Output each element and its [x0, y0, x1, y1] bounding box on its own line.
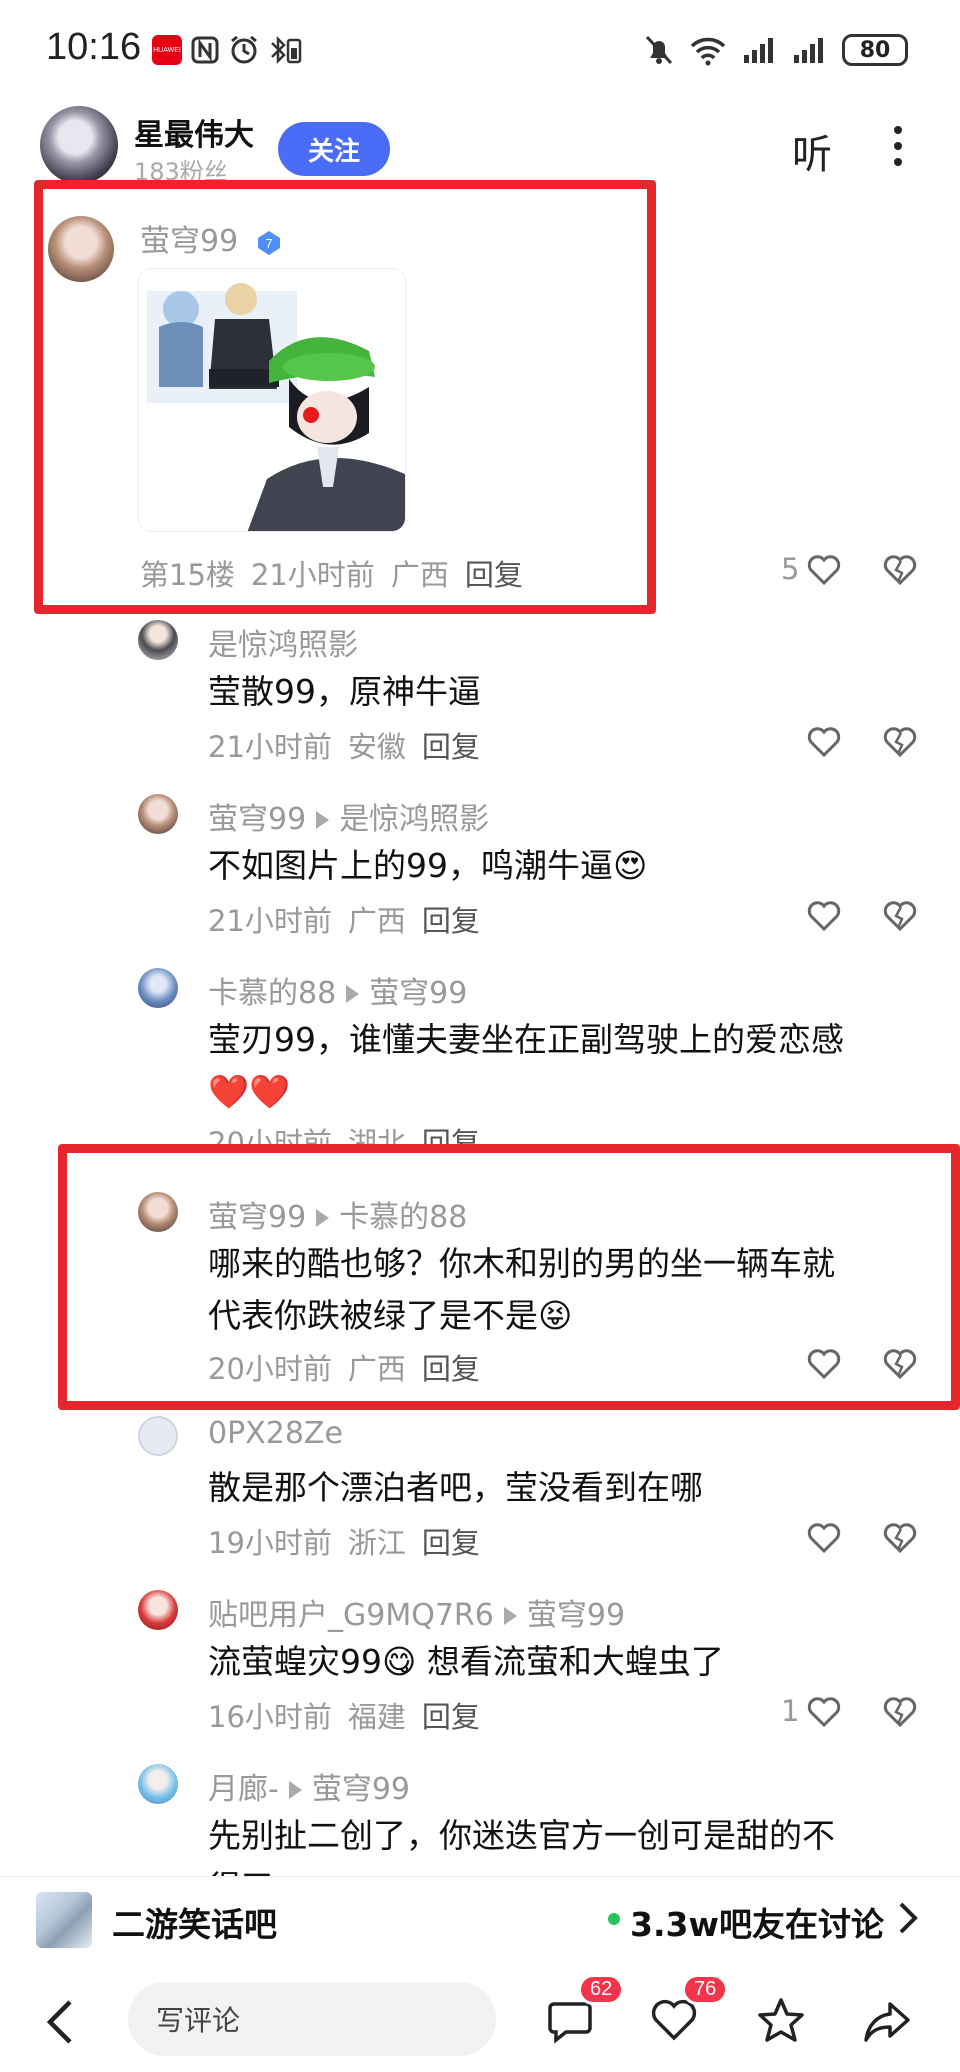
reply-text-hearts: ❤️❤️ — [208, 1072, 291, 1111]
status-icons-left: HUAWEI — [152, 34, 304, 66]
like-heart-icon[interactable] — [806, 1348, 842, 1380]
reply-avatar[interactable] — [138, 794, 178, 834]
dislike-heart-icon[interactable] — [882, 1348, 918, 1380]
reply-meta: 20小时前 广西 回复 — [208, 1352, 480, 1386]
svg-text:7: 7 — [265, 236, 272, 251]
main-like-count: 5 — [781, 552, 800, 586]
forum-discussion-count[interactable]: 3.3w吧友在讨论 — [630, 1898, 884, 1946]
reply-button[interactable]: 回复 — [422, 904, 480, 938]
dislike-heart-icon[interactable] — [882, 1522, 918, 1554]
main-comment-username[interactable]: 萤穹99 7 — [140, 216, 282, 260]
dislike-heart-icon[interactable] — [882, 726, 918, 758]
signal-icon-2 — [794, 38, 823, 63]
reply-meta: 19小时前 浙江 回复 — [208, 1526, 480, 1560]
huawei-app-icon: HUAWEI — [152, 35, 182, 65]
more-options-icon[interactable] — [890, 122, 906, 176]
reply-avatar[interactable] — [138, 1764, 178, 1804]
reply-text-line2: 代表你跌被绿了是不是😝 — [208, 1296, 573, 1335]
wifi-icon — [690, 37, 726, 66]
anime-illustration — [139, 269, 405, 531]
reply-text: 莹散99，原神牛逼 — [208, 672, 481, 711]
reply-to-arrow-icon — [316, 1208, 330, 1227]
status-icons-right: 80 — [644, 34, 908, 66]
emoji: 😝 — [538, 1296, 573, 1335]
reply-text: 流萤蝗灾99😋 想看流萤和大蝗虫了 — [208, 1642, 724, 1681]
reply-username[interactable]: 0PX28Ze — [208, 1416, 343, 1451]
reply-username-line[interactable]: 贴吧用户_G9MQ7R6 萤穹99 — [208, 1590, 625, 1634]
reply-to-arrow-icon — [288, 1780, 302, 1799]
battery-indicator: 80 — [842, 34, 908, 66]
comment-image[interactable] — [138, 268, 406, 532]
star-icon[interactable] — [756, 1996, 806, 2044]
level-badge-icon: 7 — [257, 230, 280, 255]
reply-to-arrow-icon — [503, 1606, 517, 1625]
emoji: 😋 — [382, 1642, 417, 1681]
online-dot-icon — [608, 1913, 620, 1925]
main-comment-avatar[interactable] — [48, 216, 114, 282]
status-time: 10:16 — [46, 26, 142, 68]
like-icon[interactable] — [650, 1998, 698, 2042]
emoji: 😍 — [613, 846, 648, 885]
reply-username-line[interactable]: 月廊- 萤穹99 — [208, 1764, 410, 1808]
forum-name[interactable]: 二游笑话吧 — [112, 1898, 277, 1946]
share-icon[interactable] — [862, 1998, 912, 2044]
dislike-heart-icon[interactable] — [882, 1696, 918, 1728]
reply-button[interactable]: 回复 — [422, 1526, 480, 1560]
reply-avatar-default[interactable] — [138, 1416, 178, 1456]
like-heart-icon[interactable] — [806, 1696, 842, 1728]
nfc-icon — [191, 36, 219, 64]
reply-text: 散是那个漂泊者吧，莹没看到在哪 — [208, 1468, 703, 1507]
reply-avatar[interactable] — [138, 620, 178, 660]
author-avatar[interactable] — [40, 106, 118, 184]
dislike-heart-icon[interactable] — [882, 900, 918, 932]
reply-button[interactable]: 回复 — [422, 730, 480, 764]
reply-meta: 16小时前 福建 回复 — [208, 1700, 480, 1734]
reply-username-line[interactable]: 萤穹99 卡慕的88 — [208, 1192, 467, 1236]
reply-text: 莹刃99，谁懂夫妻坐在正副驾驶上的爱恋感 — [208, 1020, 844, 1059]
reply-meta: 21小时前 安徽 回复 — [208, 730, 480, 764]
reply-text: 不如图片上的99，鸣潮牛逼😍 — [208, 846, 648, 885]
signal-icon-1 — [744, 38, 773, 63]
reply-username-line[interactable]: 卡慕的88 萤穹99 — [208, 968, 467, 1012]
alarm-icon — [231, 35, 257, 64]
reply-button[interactable]: 回复 — [422, 1352, 480, 1386]
write-comment-input[interactable]: 写评论 — [128, 1982, 496, 2056]
reply-button[interactable]: 回复 — [465, 558, 523, 592]
dislike-heart-icon[interactable] — [882, 554, 918, 586]
reply-avatar[interactable] — [138, 1192, 178, 1232]
forum-thumbnail[interactable] — [36, 1892, 92, 1948]
author-name[interactable]: 星最伟大 — [134, 110, 254, 154]
reply-text: 先别扯二创了，你迷迭官方一创可是甜的不 — [208, 1816, 835, 1855]
reply-text: 哪来的酷也够？你木和别的男的坐一辆车就 — [208, 1244, 835, 1283]
like-heart-icon[interactable] — [806, 900, 842, 932]
main-comment-meta: 第15楼 21小时前 广西 回复 — [140, 558, 523, 592]
like-heart-icon[interactable] — [806, 726, 842, 758]
reply-avatar[interactable] — [138, 1590, 178, 1630]
reply-username-line[interactable]: 萤穹99 是惊鸿照影 — [208, 794, 489, 838]
reply-to-arrow-icon — [316, 810, 330, 829]
bluetooth-battery-icon — [271, 35, 302, 65]
like-heart-icon[interactable] — [806, 554, 842, 586]
like-heart-icon[interactable] — [806, 1522, 842, 1554]
listen-button[interactable]: 听 — [792, 122, 832, 180]
reply-like-count: 1 — [781, 1694, 800, 1728]
reply-to-arrow-icon — [346, 984, 360, 1003]
like-count-badge: 76 — [682, 1974, 729, 2005]
reply-avatar[interactable] — [138, 968, 178, 1008]
reply-button[interactable]: 回复 — [422, 1126, 480, 1144]
mute-bell-icon — [645, 35, 673, 65]
back-arrow-icon[interactable] — [44, 1998, 76, 2046]
reply-button[interactable]: 回复 — [422, 1700, 480, 1734]
reply-meta: 21小时前 广西 回复 — [208, 904, 480, 938]
reply-username[interactable]: 是惊鸿照影 — [208, 620, 358, 664]
chevron-right-icon[interactable] — [896, 1900, 920, 1936]
comment-count-badge: 62 — [578, 1974, 625, 2005]
reply-meta: 20小时前 湖北 回复 — [208, 1120, 480, 1144]
follow-button[interactable]: 关注 — [278, 122, 390, 176]
